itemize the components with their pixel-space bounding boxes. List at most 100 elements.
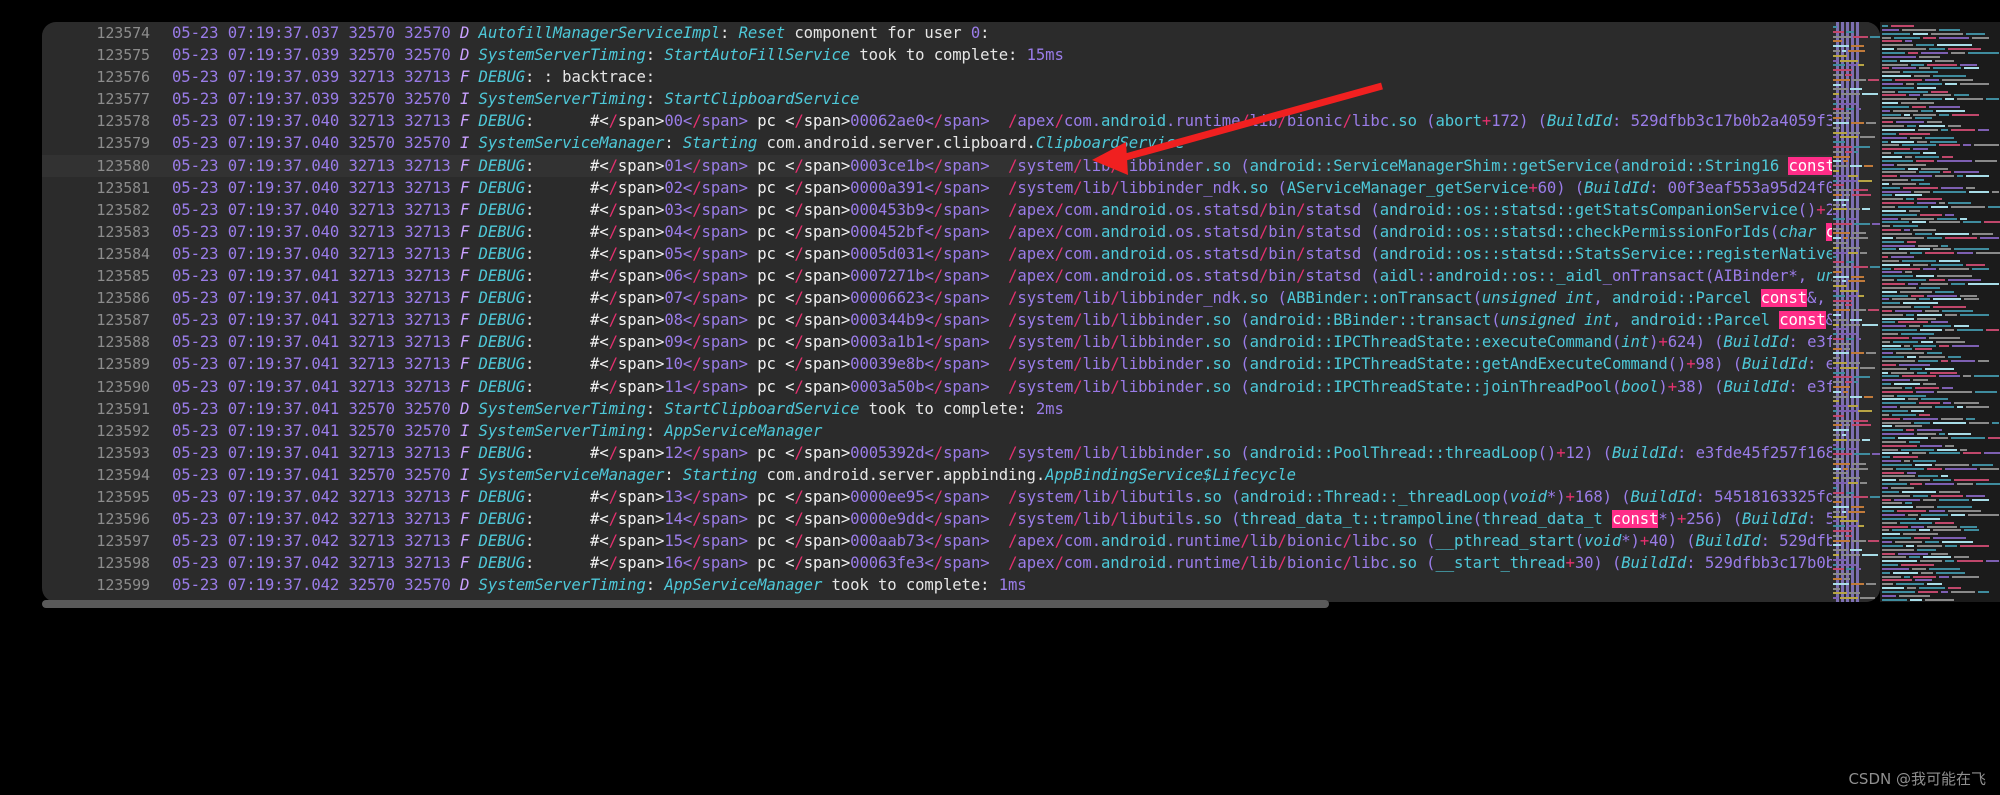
log-timestamp: 05-23 07:19:37.037 32570 32570 xyxy=(172,24,451,42)
log-line[interactable]: 123597 05-23 07:19:37.042 32713 32713 F D… xyxy=(42,530,1832,552)
log-timestamp: 05-23 07:19:37.041 32713 32713 xyxy=(172,355,451,374)
log-line[interactable]: 123592 05-23 07:19:37.041 32570 32570 I S… xyxy=(42,420,1832,442)
log-line[interactable]: 123584 05-23 07:19:37.040 32713 32713 F D… xyxy=(42,243,1832,265)
log-message: Reset component for user 0: xyxy=(738,24,990,42)
log-line[interactable]: 123575 05-23 07:19:37.039 32570 32570 D S… xyxy=(42,44,1832,66)
line-number: 123599 xyxy=(96,576,150,595)
log-message: : #</span>14</span> pc </span>0000e9dd</… xyxy=(525,510,1832,529)
line-number: 123578 xyxy=(96,112,150,131)
log-message: : #</span>04</span> pc </span>000452bf</… xyxy=(525,222,1832,241)
line-number: 123596 xyxy=(96,510,150,529)
log-message: : #</span>08</span> pc </span>000344b9</… xyxy=(525,311,1832,330)
log-line[interactable]: 123585 05-23 07:19:37.041 32713 32713 F D… xyxy=(42,265,1832,287)
log-timestamp: 05-23 07:19:37.041 32713 32713 xyxy=(172,443,451,462)
log-line[interactable]: 123590 05-23 07:19:37.041 32713 32713 F D… xyxy=(42,376,1832,398)
log-level: F xyxy=(459,554,470,573)
log-tag: DEBUG xyxy=(478,244,526,263)
log-timestamp: 05-23 07:19:37.041 32570 32570 xyxy=(172,421,451,440)
line-number: 123597 xyxy=(96,532,150,551)
log-timestamp: 05-23 07:19:37.041 32713 32713 xyxy=(172,267,451,286)
line-number: 123584 xyxy=(96,244,150,263)
log-timestamp: 05-23 07:19:37.041 32570 32570 xyxy=(172,399,451,418)
horizontal-scrollbar-thumb[interactable] xyxy=(42,600,1329,608)
log-line[interactable]: 123594 05-23 07:19:37.041 32570 32570 I S… xyxy=(42,464,1832,486)
log-level: D xyxy=(459,399,470,418)
minimap[interactable] xyxy=(1832,22,1880,602)
log-message: : #</span>12</span> pc </span>0005392d</… xyxy=(525,443,1832,462)
search-match: const xyxy=(1611,510,1659,529)
log-tag: DEBUG xyxy=(478,200,526,219)
log-message: : #</span>00</span> pc </span>00062ae0</… xyxy=(525,112,1832,131)
log-tag: DEBUG xyxy=(478,532,526,551)
log-line[interactable]: 123589 05-23 07:19:37.041 32713 32713 F D… xyxy=(42,353,1832,375)
log-line[interactable]: 123588 05-23 07:19:37.041 32713 32713 F D… xyxy=(42,331,1832,353)
log-timestamp: 05-23 07:19:37.039 32713 32713 xyxy=(172,68,451,87)
log-timestamp: 05-23 07:19:37.042 32570 32570 xyxy=(172,576,451,595)
log-timestamp: 05-23 07:19:37.040 32713 32713 xyxy=(172,200,451,219)
log-tag: DEBUG xyxy=(478,289,526,308)
file-overview-strip[interactable] xyxy=(1880,22,2000,602)
horizontal-scrollbar[interactable] xyxy=(42,600,1880,608)
log-line[interactable]: 123583 05-23 07:19:37.040 32713 32713 F D… xyxy=(42,221,1832,243)
log-message: : #</span>03</span> pc </span>000453b9</… xyxy=(525,200,1832,219)
log-line[interactable]: 123576 05-23 07:19:37.039 32713 32713 F D… xyxy=(42,66,1832,88)
log-line[interactable]: 123580 05-23 07:19:37.040 32713 32713 F D… xyxy=(42,154,1832,177)
log-tag: SystemServerTiming xyxy=(478,399,646,418)
log-message: : #</span>13</span> pc </span>0000ee95</… xyxy=(525,487,1832,506)
log-timestamp: 05-23 07:19:37.040 32570 32570 xyxy=(172,134,451,153)
log-timestamp: 05-23 07:19:37.042 32713 32713 xyxy=(172,510,451,529)
line-number: 123581 xyxy=(96,178,150,197)
log-line[interactable]: 123579 05-23 07:19:37.040 32570 32570 I S… xyxy=(42,132,1832,154)
log-tag: SystemServerTiming xyxy=(478,421,646,440)
search-match: const xyxy=(1760,289,1808,308)
log-line[interactable]: 123582 05-23 07:19:37.040 32713 32713 F D… xyxy=(42,199,1832,221)
log-message: Starting com.android.server.appbinding.A… xyxy=(682,465,1296,484)
log-line[interactable]: 123577 05-23 07:19:37.039 32570 32570 I S… xyxy=(42,88,1832,110)
log-line[interactable]: 123596 05-23 07:19:37.042 32713 32713 F D… xyxy=(42,508,1832,530)
log-level: D xyxy=(459,46,470,65)
log-timestamp: 05-23 07:19:37.041 32713 32713 xyxy=(172,289,451,308)
line-number: 123593 xyxy=(96,443,150,462)
log-line[interactable]: 123591 05-23 07:19:37.041 32570 32570 D S… xyxy=(42,398,1832,420)
log-editor-panel[interactable]: 123574 05-23 07:19:37.037 32570 32570 D A… xyxy=(42,22,1880,602)
log-line[interactable]: 123599 05-23 07:19:37.042 32570 32570 D S… xyxy=(42,574,1832,596)
log-message: StartAutoFillService took to complete: 1… xyxy=(664,46,1064,65)
line-number: 123595 xyxy=(96,487,150,506)
line-number: 123580 xyxy=(96,156,150,175)
line-number: 123585 xyxy=(96,267,150,286)
log-level: I xyxy=(459,465,470,484)
log-timestamp: 05-23 07:19:37.040 32713 32713 xyxy=(172,112,451,131)
line-number: 123594 xyxy=(96,465,150,484)
line-number: 123582 xyxy=(96,200,150,219)
log-line[interactable]: 123595 05-23 07:19:37.042 32713 32713 F D… xyxy=(42,486,1832,508)
log-line[interactable]: 123586 05-23 07:19:37.041 32713 32713 F D… xyxy=(42,287,1832,309)
line-number: 123590 xyxy=(96,377,150,396)
log-timestamp: 05-23 07:19:37.041 32713 32713 xyxy=(172,311,451,330)
log-message: : #</span>06</span> pc </span>0007271b</… xyxy=(525,267,1832,286)
log-tag: DEBUG xyxy=(478,178,526,197)
log-timestamp: 05-23 07:19:37.041 32713 32713 xyxy=(172,333,451,352)
log-timestamp: 05-23 07:19:37.041 32713 32713 xyxy=(172,377,451,396)
log-level: F xyxy=(459,311,470,330)
line-number: 123579 xyxy=(96,134,150,153)
log-timestamp: 05-23 07:19:37.042 32713 32713 xyxy=(172,487,451,506)
log-message: : #</span>02</span> pc </span>0000a391</… xyxy=(525,178,1832,197)
line-number: 123574 xyxy=(96,24,150,42)
log-line[interactable]: 123578 05-23 07:19:37.040 32713 32713 F D… xyxy=(42,110,1832,132)
log-level: F xyxy=(459,244,470,263)
log-timestamp: 05-23 07:19:37.042 32713 32713 xyxy=(172,554,451,573)
log-lines-container[interactable]: 123574 05-23 07:19:37.037 32570 32570 D A… xyxy=(42,22,1832,602)
log-line[interactable]: 123593 05-23 07:19:37.041 32713 32713 F D… xyxy=(42,442,1832,464)
log-message: StartClipboardService xyxy=(664,90,860,109)
log-line[interactable]: 123574 05-23 07:19:37.037 32570 32570 D A… xyxy=(42,22,1832,44)
log-line[interactable]: 123598 05-23 07:19:37.042 32713 32713 F D… xyxy=(42,552,1832,574)
log-message: : #</span>05</span> pc </span>0005d031</… xyxy=(525,244,1832,263)
log-tag: DEBUG xyxy=(478,267,526,286)
log-line[interactable]: 123581 05-23 07:19:37.040 32713 32713 F D… xyxy=(42,177,1832,199)
log-line[interactable]: 123587 05-23 07:19:37.041 32713 32713 F D… xyxy=(42,309,1832,331)
line-number: 123588 xyxy=(96,333,150,352)
log-timestamp: 05-23 07:19:37.040 32713 32713 xyxy=(172,222,451,241)
log-timestamp: 05-23 07:19:37.039 32570 32570 xyxy=(172,46,451,65)
line-number: 123576 xyxy=(96,68,150,87)
line-number: 123591 xyxy=(96,399,150,418)
